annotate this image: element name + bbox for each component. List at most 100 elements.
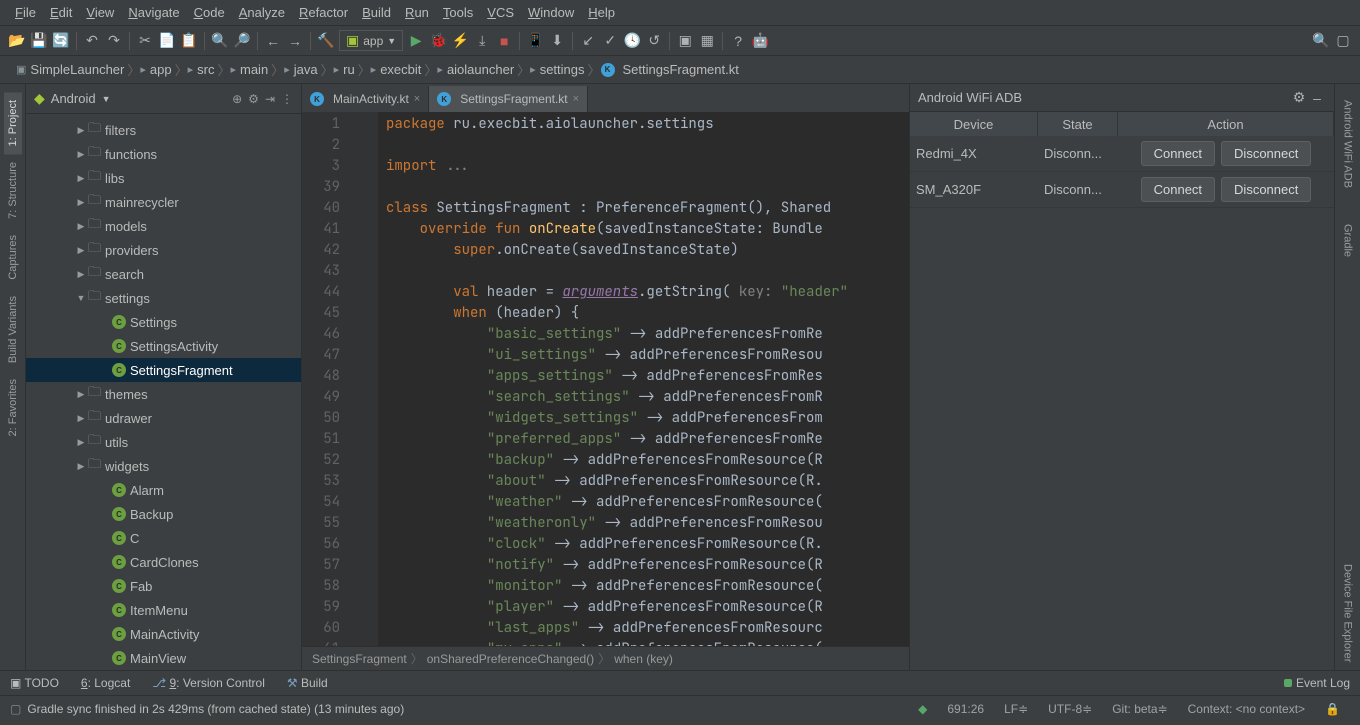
tree-item[interactable]: ▶🗀themes [26, 382, 301, 406]
tree-item[interactable]: ▼🗀settings [26, 286, 301, 310]
replace-icon[interactable]: 🔎 [233, 32, 251, 50]
tree-item[interactable]: CMainView [26, 646, 301, 670]
bottom-tab[interactable]: ⚒ Build [287, 676, 328, 690]
open-icon[interactable]: 📂 [8, 32, 26, 50]
tree-item[interactable]: CSettingsActivity [26, 334, 301, 358]
paste-icon[interactable]: 📋 [180, 32, 198, 50]
run-config-selector[interactable]: ▣ app ▼ [339, 30, 403, 51]
tree-item[interactable]: CSettings [26, 310, 301, 334]
status-lock-icon[interactable]: 🔒 [1315, 702, 1350, 716]
menu-file[interactable]: File [8, 5, 43, 20]
debug-icon[interactable]: 🐞 [429, 32, 447, 50]
tree-item[interactable]: CFab [26, 574, 301, 598]
editor-tab[interactable]: KMainActivity.kt× [302, 86, 429, 112]
tool-tab-devicefileexplorer[interactable]: Device File Explorer [1339, 556, 1357, 670]
copy-icon[interactable]: 📄 [158, 32, 176, 50]
status-pos[interactable]: 691:26 [937, 702, 994, 716]
breadcrumb-item[interactable]: ▸main [222, 60, 276, 79]
tool-tab-favorites[interactable]: 2: Favorites [4, 371, 22, 444]
save-icon[interactable]: 💾 [30, 32, 48, 50]
avd-icon[interactable]: 📱 [526, 32, 544, 50]
project-view-label[interactable]: Android [51, 91, 96, 106]
breadcrumb-item[interactable]: ▸settings [522, 60, 592, 79]
menu-tools[interactable]: Tools [436, 5, 480, 20]
attach-icon[interactable]: ⤓ [473, 32, 491, 50]
sdk-icon[interactable]: ⬇ [548, 32, 566, 50]
tree-item[interactable]: CItemMenu [26, 598, 301, 622]
hide-icon[interactable]: ⇥ [265, 92, 275, 106]
tree-item[interactable]: ▶🗀udrawer [26, 406, 301, 430]
tree-item[interactable]: ▶🗀widgets [26, 454, 301, 478]
stop-icon[interactable]: ■ [495, 32, 513, 50]
menu-window[interactable]: Window [521, 5, 581, 20]
redo-icon[interactable]: ↷ [105, 32, 123, 50]
tree-item[interactable]: ▶🗀libs [26, 166, 301, 190]
tree-item[interactable]: CCardClones [26, 550, 301, 574]
vcs-update-icon[interactable]: ↙ [579, 32, 597, 50]
theme-icon[interactable]: ▦ [698, 32, 716, 50]
tree-item[interactable]: ▶🗀models [26, 214, 301, 238]
connect-button[interactable]: Connect [1141, 177, 1215, 202]
code-crumb[interactable]: when (key) [614, 652, 673, 666]
breadcrumb-item[interactable]: ▸java [276, 60, 325, 79]
more-icon[interactable]: ⋮ [281, 92, 293, 106]
tool-tab-androidwifiadb[interactable]: Android WiFi ADB [1339, 92, 1357, 196]
tree-item[interactable]: ▶🗀utils [26, 430, 301, 454]
minimize-icon[interactable]: – [1308, 89, 1326, 107]
tree-item[interactable]: ▶🗀search [26, 262, 301, 286]
gear-icon[interactable]: ⚙ [1290, 89, 1308, 107]
connect-button[interactable]: Connect [1141, 141, 1215, 166]
menu-code[interactable]: Code [187, 5, 232, 20]
code-crumb[interactable]: SettingsFragment [312, 652, 407, 666]
close-icon[interactable]: × [573, 93, 579, 105]
vcs-history-icon[interactable]: 🕓 [623, 32, 641, 50]
undo-icon[interactable]: ↶ [83, 32, 101, 50]
layout-icon[interactable]: ▣ [676, 32, 694, 50]
tool-tab-structure[interactable]: 7: Structure [4, 154, 22, 227]
tree-item[interactable]: CBackup [26, 502, 301, 526]
tree-item[interactable]: ▶🗀functions [26, 142, 301, 166]
back-icon[interactable]: ← [264, 32, 282, 50]
android-robot-icon[interactable]: 🤖 [751, 32, 769, 50]
breadcrumb-item[interactable]: ▣SimpleLauncher [8, 60, 132, 79]
menu-analyze[interactable]: Analyze [232, 5, 292, 20]
settings-icon[interactable]: ⚙ [248, 92, 259, 106]
menu-navigate[interactable]: Navigate [121, 5, 186, 20]
breadcrumb-item[interactable]: ▸aiolauncher [429, 60, 522, 79]
tree-item[interactable]: ▶🗀mainrecycler [26, 190, 301, 214]
breadcrumb-item[interactable]: ▸ru [326, 60, 363, 79]
disconnect-button[interactable]: Disconnect [1221, 141, 1311, 166]
tree-item[interactable]: CC [26, 526, 301, 550]
breadcrumb-item[interactable]: KSettingsFragment.kt [593, 60, 747, 79]
menu-refactor[interactable]: Refactor [292, 5, 355, 20]
code-editor[interactable]: package ru.execbit.aiolauncher.settings … [378, 112, 909, 646]
status-git[interactable]: Git: beta≑ [1102, 702, 1177, 716]
status-context[interactable]: Context: <no context> [1178, 702, 1315, 716]
menu-view[interactable]: View [79, 5, 121, 20]
find-icon[interactable]: 🔍 [211, 32, 229, 50]
code-crumb[interactable]: onSharedPreferenceChanged() [427, 652, 594, 666]
menu-help[interactable]: Help [581, 5, 622, 20]
tool-tab-buildvariants[interactable]: Build Variants [4, 288, 22, 371]
menu-build[interactable]: Build [355, 5, 398, 20]
breadcrumb-item[interactable]: ▸execbit [363, 60, 430, 79]
tool-tab-captures[interactable]: Captures [4, 227, 22, 288]
bottom-tab[interactable]: 6: Logcat [81, 676, 130, 690]
menu-edit[interactable]: Edit [43, 5, 79, 20]
tree-item[interactable]: ▶🗀filters [26, 118, 301, 142]
status-sync[interactable]: ◆ [908, 702, 937, 716]
vcs-commit-icon[interactable]: ✓ [601, 32, 619, 50]
run-icon[interactable]: ▶ [407, 32, 425, 50]
help-icon[interactable]: ? [729, 32, 747, 50]
status-enc[interactable]: UTF-8≑ [1038, 702, 1102, 716]
cut-icon[interactable]: ✂ [136, 32, 154, 50]
build-icon[interactable]: 🔨 [317, 32, 335, 50]
menu-run[interactable]: Run [398, 5, 436, 20]
sync-icon[interactable]: 🔄 [52, 32, 70, 50]
disconnect-button[interactable]: Disconnect [1221, 177, 1311, 202]
collapse-icon[interactable]: ⊕ [232, 92, 242, 106]
search-everywhere-icon[interactable]: 🔍 [1312, 32, 1330, 50]
tree-item[interactable]: CAlarm [26, 478, 301, 502]
layout-toggle-icon[interactable]: ▢ [1334, 32, 1352, 50]
close-icon[interactable]: × [414, 93, 420, 105]
